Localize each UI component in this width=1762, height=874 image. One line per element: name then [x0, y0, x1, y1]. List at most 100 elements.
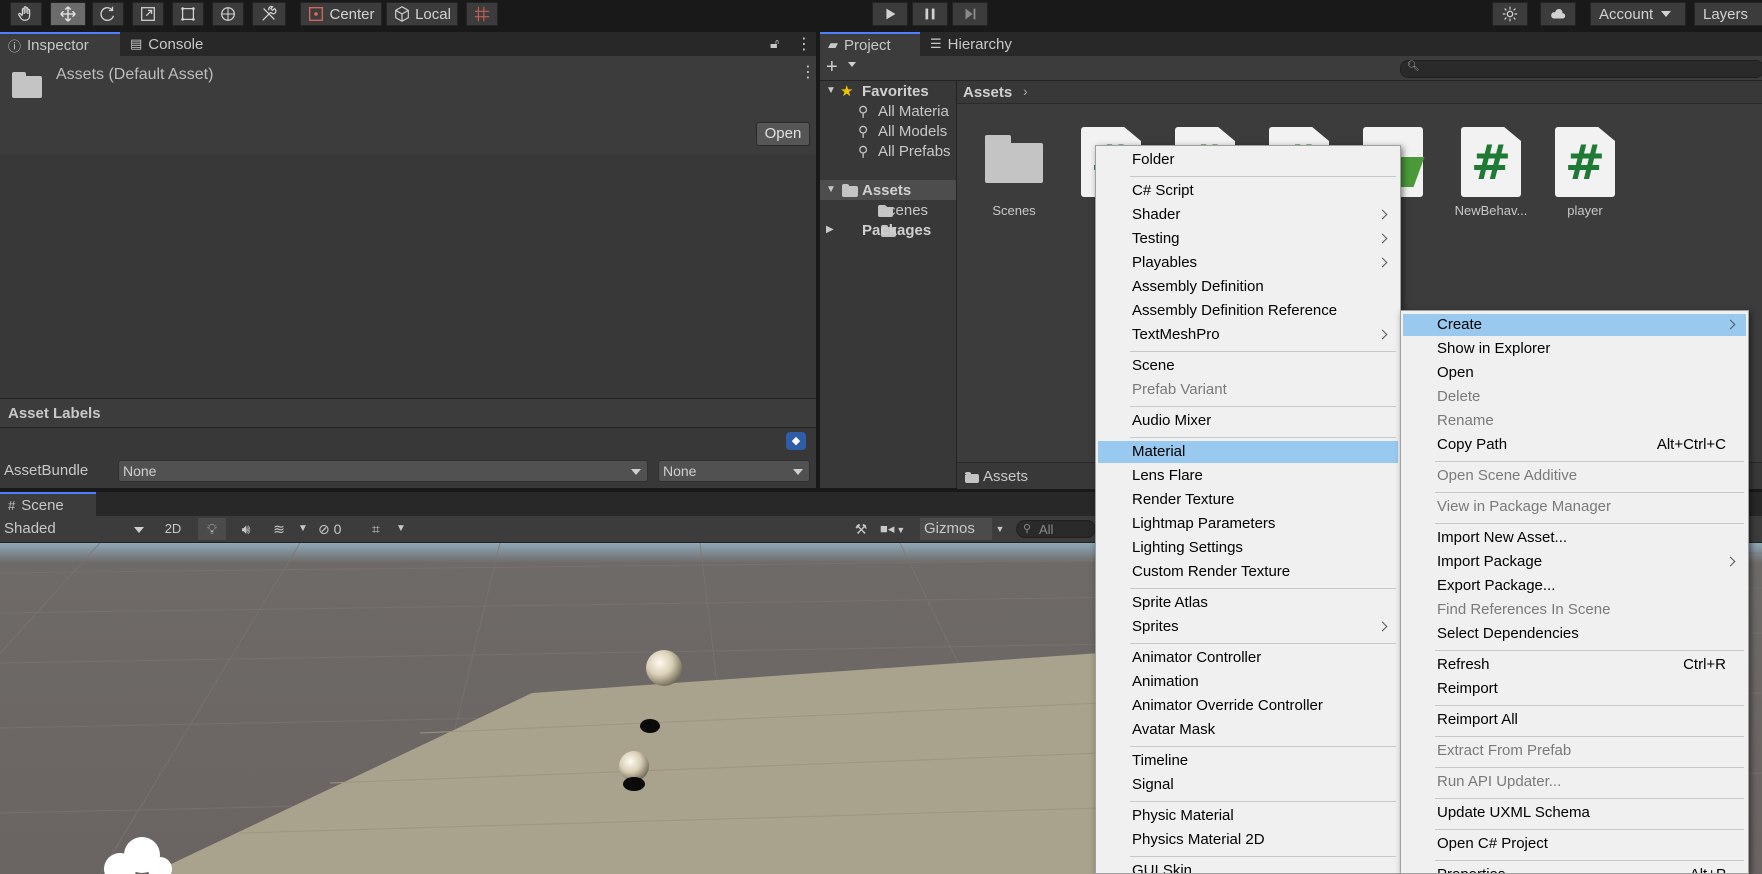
menu-item-textmeshpro[interactable]: TextMeshPro	[1098, 324, 1398, 346]
menu-item-testing[interactable]: Testing	[1098, 228, 1398, 250]
menu-item-scene[interactable]: Scene	[1098, 355, 1398, 377]
tree-fav-item[interactable]: All Prefabs	[878, 143, 951, 160]
menu-item-lighting-settings[interactable]: Lighting Settings	[1098, 537, 1398, 559]
effects-toggle-icon[interactable]: ≋	[264, 518, 294, 540]
grid-snap-button[interactable]	[466, 2, 498, 26]
menu-item-timeline[interactable]: Timeline	[1098, 750, 1398, 772]
tree-scenes[interactable]: Scenes	[878, 202, 928, 219]
menu-item-lens-flare[interactable]: Lens Flare	[1098, 465, 1398, 487]
menu-item-reimport[interactable]: Reimport	[1403, 678, 1746, 700]
toggle-2d-button[interactable]: 2D	[158, 518, 188, 540]
tree-favorites[interactable]: Favorites	[862, 83, 929, 100]
menu-item-create[interactable]: Create	[1403, 314, 1746, 336]
kebab-menu-icon[interactable]: ⋮	[796, 34, 812, 54]
rotate-tool-button[interactable]	[92, 2, 124, 26]
menu-item-refresh[interactable]: Refresh Ctrl+R	[1403, 654, 1746, 676]
menu-item-shader[interactable]: Shader	[1098, 204, 1398, 226]
menu-item-import-new-asset[interactable]: Import New Asset...	[1403, 527, 1746, 549]
play-button[interactable]	[872, 2, 908, 26]
menu-item-update-uxml-schema[interactable]: Update UXML Schema	[1403, 802, 1746, 824]
move-tool-button[interactable]	[50, 2, 86, 26]
pause-button[interactable]	[912, 2, 948, 26]
breadcrumb-assets[interactable]: Assets	[963, 84, 1012, 101]
chevron-down-icon[interactable]: ▼	[296, 518, 310, 540]
grid-snap-icon[interactable]: ⌗	[362, 518, 390, 540]
expand-arrow-icon[interactable]: ▼	[826, 184, 836, 195]
menu-item-select-dependencies[interactable]: Select Dependencies	[1403, 623, 1746, 645]
pivot-local-button[interactable]: Local	[386, 2, 458, 26]
tree-assets[interactable]: Assets	[862, 182, 911, 199]
menu-item-open[interactable]: Open	[1403, 362, 1746, 384]
menu-item-lightmap-parameters[interactable]: Lightmap Parameters	[1098, 513, 1398, 535]
tab-console[interactable]: ▤ Console	[122, 32, 242, 56]
chevron-down-icon[interactable]: ▼	[394, 518, 408, 540]
menu-item-playables[interactable]: Playables	[1098, 252, 1398, 274]
tools-icon[interactable]: ⚒	[848, 518, 874, 540]
collapse-arrow-icon[interactable]: ▶	[826, 224, 834, 235]
scenes-folder-icon[interactable]	[985, 135, 1043, 183]
transform-tool-button[interactable]	[212, 2, 244, 26]
menu-item-gui-skin[interactable]: GUI Skin	[1098, 860, 1398, 873]
menu-item-physics-material-2d[interactable]: Physics Material 2D	[1098, 829, 1398, 851]
pivot-center-button[interactable]: Center	[300, 2, 382, 26]
menu-item-c-script[interactable]: C# Script	[1098, 180, 1398, 202]
menu-item-assembly-definition[interactable]: Assembly Definition	[1098, 276, 1398, 298]
menu-item-open-c-project[interactable]: Open C# Project	[1403, 833, 1746, 855]
chevron-down-icon[interactable]: ▼	[992, 518, 1008, 540]
add-button[interactable]: +	[826, 56, 838, 79]
menu-item-avatar-mask[interactable]: Avatar Mask	[1098, 719, 1398, 741]
menu-item-physic-material[interactable]: Physic Material	[1098, 805, 1398, 827]
label-tag-icon[interactable]: ◆	[786, 432, 806, 450]
tab-hierarchy[interactable]: ☰ Hierarchy	[922, 32, 1042, 56]
account-dropdown[interactable]: Account	[1590, 2, 1686, 26]
layers-dropdown[interactable]: Layers	[1694, 2, 1762, 26]
shading-mode-dropdown[interactable]: Shaded	[0, 518, 150, 540]
menu-item-export-package[interactable]: Export Package...	[1403, 575, 1746, 597]
menu-item-animator-override-controller[interactable]: Animator Override Controller	[1098, 695, 1398, 717]
tree-fav-item[interactable]: All Materia	[878, 103, 949, 120]
menu-item-folder[interactable]: Folder	[1098, 149, 1398, 171]
header-kebab-icon[interactable]: ⋮	[800, 62, 816, 82]
menu-item-material[interactable]: Material	[1098, 441, 1398, 463]
menu-item-show-in-explorer[interactable]: Show in Explorer	[1403, 338, 1746, 360]
expand-arrow-icon[interactable]: ▼	[826, 85, 836, 96]
collab-button[interactable]	[1492, 2, 1528, 26]
audio-toggle-icon[interactable]: 🔊︎	[232, 518, 260, 540]
tree-packages[interactable]: Packages	[862, 222, 931, 239]
camera-dropdown[interactable]: ■◂ ▼	[880, 518, 916, 540]
hand-tool-button[interactable]	[10, 2, 42, 26]
player-script-asset[interactable]: #	[1555, 127, 1615, 197]
menu-item-signal[interactable]: Signal	[1098, 774, 1398, 796]
tree-fav-item[interactable]: All Models	[878, 123, 947, 140]
menu-item-properties[interactable]: Properties... Alt+P	[1403, 864, 1746, 873]
assetbundle-dropdown[interactable]: None	[118, 460, 648, 482]
scene-search-input[interactable]: ⚲ All	[1016, 520, 1096, 538]
lighting-toggle-icon[interactable]: 💡︎	[198, 518, 226, 540]
menu-item-render-texture[interactable]: Render Texture	[1098, 489, 1398, 511]
rect-tool-button[interactable]	[172, 2, 204, 26]
open-button[interactable]: Open	[756, 122, 810, 146]
menu-item-custom-render-texture[interactable]: Custom Render Texture	[1098, 561, 1398, 583]
menu-item-sprite-atlas[interactable]: Sprite Atlas	[1098, 592, 1398, 614]
variant-dropdown[interactable]: None	[658, 460, 810, 482]
project-search-input[interactable]: 🔍︎	[1400, 60, 1762, 78]
hidden-objects-toggle[interactable]: ⊘ 0	[318, 518, 358, 540]
step-button[interactable]	[952, 2, 988, 26]
menu-item-animation[interactable]: Animation	[1098, 671, 1398, 693]
menu-item-assembly-definition-reference[interactable]: Assembly Definition Reference	[1098, 300, 1398, 322]
tab-scene[interactable]: # Scene	[0, 492, 96, 516]
gizmos-button[interactable]: Gizmos	[920, 518, 992, 540]
menu-item-copy-path[interactable]: Copy Path Alt+Ctrl+C	[1403, 434, 1746, 456]
scale-tool-button[interactable]	[132, 2, 164, 26]
custom-tool-button[interactable]	[252, 2, 286, 26]
menu-item-import-package[interactable]: Import Package	[1403, 551, 1746, 573]
menu-item-reimport-all[interactable]: Reimport All	[1403, 709, 1746, 731]
newbehaviour-script-asset[interactable]: #	[1461, 127, 1521, 197]
menu-item-audio-mixer[interactable]: Audio Mixer	[1098, 410, 1398, 432]
cloud-button[interactable]	[1540, 2, 1576, 26]
menu-item-sprites[interactable]: Sprites	[1098, 616, 1398, 638]
lock-icon[interactable]: 🔓︎	[770, 35, 779, 52]
menu-item-animator-controller[interactable]: Animator Controller	[1098, 647, 1398, 669]
tab-project[interactable]: ▰ Project	[820, 32, 920, 56]
tab-inspector[interactable]: ⓘ Inspector	[0, 32, 120, 56]
